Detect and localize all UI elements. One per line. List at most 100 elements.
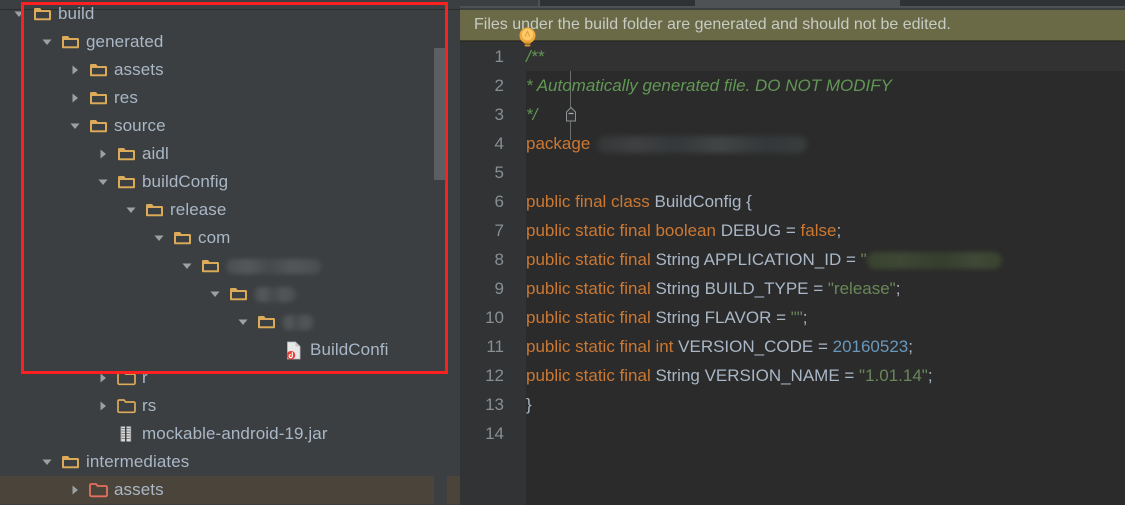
code-fold-column[interactable]: [512, 42, 576, 505]
code-token: * Automatically generated file. DO NOT M…: [526, 76, 892, 95]
chevron-down-icon[interactable]: [36, 448, 58, 476]
tree-row[interactable]: [0, 280, 460, 308]
code-token: String BUILD_TYPE =: [655, 279, 828, 298]
editor-tab-1[interactable]: [460, 0, 538, 6]
tree-row[interactable]: mockable-android-19.jar: [0, 420, 460, 448]
tree-row[interactable]: BuildConfi: [0, 336, 460, 364]
folder-solid-icon: [170, 224, 194, 252]
code-lines[interactable]: /** * Automatically generated file. DO N…: [526, 42, 1125, 505]
java-file-icon: [282, 336, 306, 364]
chevron-right-icon[interactable]: [92, 140, 114, 168]
redacted-label: [226, 258, 321, 274]
line-number-gutter: 1 2 3 4 5 6 7 8 9 10 11 12 13 14: [460, 42, 512, 505]
tree-row-label: com: [198, 228, 231, 247]
folder-solid-icon: [30, 0, 54, 28]
chevron-down-icon[interactable]: [8, 0, 30, 28]
redacted-code-token: [597, 136, 807, 154]
project-tree-panel[interactable]: build generated assets res source aidl buildCo…: [0, 0, 460, 505]
code-token: public final class: [526, 192, 655, 211]
code-line[interactable]: package: [526, 129, 807, 158]
tree-row-label: buildConfig: [142, 172, 229, 191]
code-line[interactable]: public static final String FLAVOR = "";: [526, 303, 808, 332]
line-number: 10: [485, 308, 504, 327]
code-token: public static final: [526, 250, 656, 269]
tree-row[interactable]: r: [0, 364, 460, 392]
folder-outline-icon: [114, 364, 138, 392]
chevron-right-icon[interactable]: [64, 84, 86, 112]
lightbulb-icon[interactable]: [519, 27, 536, 49]
tree-row-selected[interactable]: assets: [0, 476, 460, 504]
tree-row-label: r: [142, 368, 148, 387]
line-number: 6: [494, 192, 504, 211]
code-line[interactable]: public final class BuildConfig {: [526, 187, 752, 216]
code-token: public static final: [526, 308, 656, 327]
chevron-down-icon[interactable]: [64, 112, 86, 140]
tree-row[interactable]: rs: [0, 392, 460, 420]
code-line[interactable]: * Automatically generated file. DO NOT M…: [526, 71, 892, 100]
editor-tab-3[interactable]: [900, 0, 1125, 6]
line-number: 3: [494, 105, 504, 124]
code-line[interactable]: public static final String BUILD_TYPE = …: [526, 274, 900, 303]
generated-file-notice-bar: Files under the build folder are generat…: [460, 10, 1125, 41]
folder-solid-icon: [86, 56, 110, 84]
code-line[interactable]: public static final int VERSION_CODE = 2…: [526, 332, 913, 361]
code-token: "1.01.14": [859, 366, 928, 385]
editor-tab-strip[interactable]: [460, 0, 1125, 10]
code-line[interactable]: public static final String VERSION_NAME …: [526, 361, 933, 390]
code-token: public static final int: [526, 337, 679, 356]
chevron-right-icon[interactable]: [92, 392, 114, 420]
chevron-down-icon[interactable]: [120, 196, 142, 224]
project-tree-rows[interactable]: build generated assets res source aidl buildCo…: [0, 0, 460, 504]
line-number: 8: [494, 250, 504, 269]
code-line[interactable]: */: [526, 100, 537, 129]
tree-row[interactable]: assets: [0, 56, 460, 84]
editor-tab-active[interactable]: [698, 0, 898, 6]
folder-solid-icon: [142, 196, 166, 224]
chevron-down-icon[interactable]: [176, 252, 198, 280]
tree-row[interactable]: com: [0, 224, 460, 252]
chevron-right-icon[interactable]: [92, 364, 114, 392]
chevron-down-icon[interactable]: [148, 224, 170, 252]
tree-scrollbar-thumb[interactable]: [434, 48, 447, 180]
ide-window: build generated assets res source aidl buildCo…: [0, 0, 1125, 505]
redacted-label: [254, 286, 296, 302]
folder-solid-icon: [86, 112, 110, 140]
code-token: ;: [908, 337, 913, 356]
chevron-down-icon[interactable]: [232, 308, 254, 336]
code-token: public static final: [526, 279, 656, 298]
tree-row[interactable]: intermediates: [0, 448, 460, 476]
code-token: }: [526, 395, 532, 414]
chevron-right-icon[interactable]: [64, 56, 86, 84]
code-token: ;: [895, 279, 901, 298]
tree-row-label: aidl: [142, 144, 169, 163]
tree-row[interactable]: build: [0, 0, 460, 28]
tree-row[interactable]: source: [0, 112, 460, 140]
tree-row[interactable]: aidl: [0, 140, 460, 168]
caret-line-highlight: [526, 42, 1125, 71]
code-token: ": [860, 250, 867, 269]
line-number: 5: [494, 163, 504, 182]
chevron-right-icon[interactable]: [64, 476, 86, 504]
code-area[interactable]: 1 2 3 4 5 6 7 8 9 10 11 12 13 14 /** * Automatically …: [460, 42, 1125, 505]
tree-row-label: release: [170, 200, 227, 219]
tree-row-label: rs: [142, 396, 157, 415]
code-editor-panel[interactable]: Files under the build folder are generat…: [460, 0, 1125, 505]
code-line[interactable]: public static final boolean DEBUG = fals…: [526, 216, 841, 245]
code-token: 20160523: [832, 337, 909, 356]
chevron-down-icon[interactable]: [204, 280, 226, 308]
tree-row[interactable]: [0, 308, 460, 336]
tree-row[interactable]: generated: [0, 28, 460, 56]
code-line[interactable]: public static final String APPLICATION_I…: [526, 245, 1002, 274]
chevron-down-icon[interactable]: [36, 28, 58, 56]
code-token: ;: [836, 221, 842, 240]
tree-row-label: generated: [86, 32, 164, 51]
code-line[interactable]: }: [526, 390, 532, 419]
tree-row[interactable]: buildConfig: [0, 168, 460, 196]
editor-tab-2[interactable]: [540, 0, 695, 6]
tree-row[interactable]: res: [0, 84, 460, 112]
chevron-down-icon[interactable]: [92, 168, 114, 196]
line-number: 9: [494, 279, 504, 298]
tree-row[interactable]: [0, 252, 460, 280]
tree-row-label: BuildConfi: [310, 340, 389, 359]
tree-row[interactable]: release: [0, 196, 460, 224]
